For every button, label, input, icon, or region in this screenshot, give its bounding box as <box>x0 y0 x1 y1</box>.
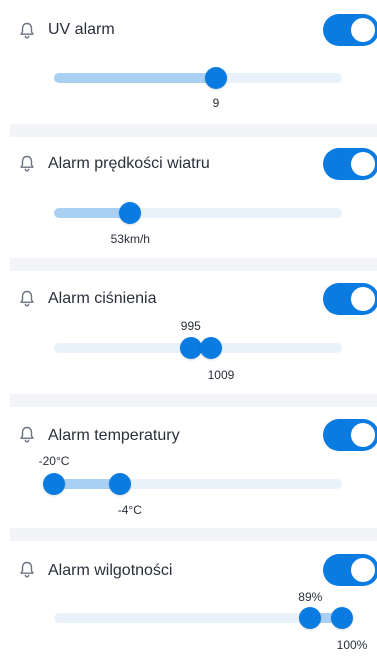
section-divider <box>10 124 377 137</box>
slider-thumb[interactable] <box>119 202 142 224</box>
alarm-title: Alarm ciśnienia <box>48 290 157 307</box>
alarm-section-uv: UV alarm 9 <box>0 0 377 124</box>
slider-thumb[interactable] <box>205 67 227 89</box>
alarm-section-temperature: Alarm temperatury -20°C -4°C <box>0 407 377 531</box>
section-divider <box>10 528 377 541</box>
slider-thumb-high[interactable] <box>199 337 222 359</box>
alarm-toggle[interactable] <box>323 419 377 451</box>
slider-thumb-high[interactable] <box>108 473 131 495</box>
bell-icon <box>19 561 35 579</box>
bell-icon <box>19 426 35 444</box>
alarm-slider[interactable] <box>54 202 342 224</box>
alarm-toggle[interactable] <box>323 148 377 180</box>
slider-thumb-high[interactable] <box>331 607 353 629</box>
toggle-knob <box>351 287 375 311</box>
alarm-slider[interactable] <box>54 67 342 89</box>
slider-value-label: 9 <box>212 96 220 110</box>
slider-low-label: -20°C <box>38 454 70 468</box>
alarm-title: Alarm wilgotności <box>48 562 173 579</box>
slider-thumb-low[interactable] <box>299 607 322 629</box>
alarm-title: UV alarm <box>48 21 115 38</box>
alarm-toggle[interactable] <box>323 554 377 586</box>
slider-high-label: 1009 <box>207 368 235 382</box>
alarm-toggle[interactable] <box>323 14 377 46</box>
toggle-knob <box>351 18 375 42</box>
toggle-knob <box>351 152 375 176</box>
slider-fill <box>54 73 216 83</box>
alarm-toggle[interactable] <box>323 283 377 315</box>
alarm-section-pressure: Alarm ciśnienia 995 1009 <box>0 271 377 395</box>
slider-thumb-low[interactable] <box>43 473 65 495</box>
alarm-section-wind: Alarm prędkości wiatru 53km/h <box>0 137 377 261</box>
alarm-slider[interactable] <box>43 473 342 495</box>
alarm-title: Alarm temperatury <box>48 427 180 444</box>
alarm-slider[interactable] <box>54 337 342 359</box>
bell-icon <box>19 155 35 173</box>
bell-icon <box>19 290 35 308</box>
alarm-slider[interactable] <box>54 607 353 629</box>
slider-low-label: 89% <box>298 590 323 604</box>
slider-thumb-low[interactable] <box>179 337 202 359</box>
toggle-knob <box>351 423 375 447</box>
section-divider <box>10 394 377 407</box>
slider-low-label: 995 <box>180 319 201 333</box>
bell-icon <box>19 22 35 40</box>
toggle-knob <box>351 558 375 582</box>
section-divider <box>10 258 377 271</box>
alarm-title: Alarm prędkości wiatru <box>48 155 210 172</box>
slider-value-label: 53km/h <box>110 232 150 246</box>
slider-high-label: -4°C <box>117 503 142 517</box>
alarm-section-humidity: Alarm wilgotności 89% 100% <box>0 541 377 665</box>
